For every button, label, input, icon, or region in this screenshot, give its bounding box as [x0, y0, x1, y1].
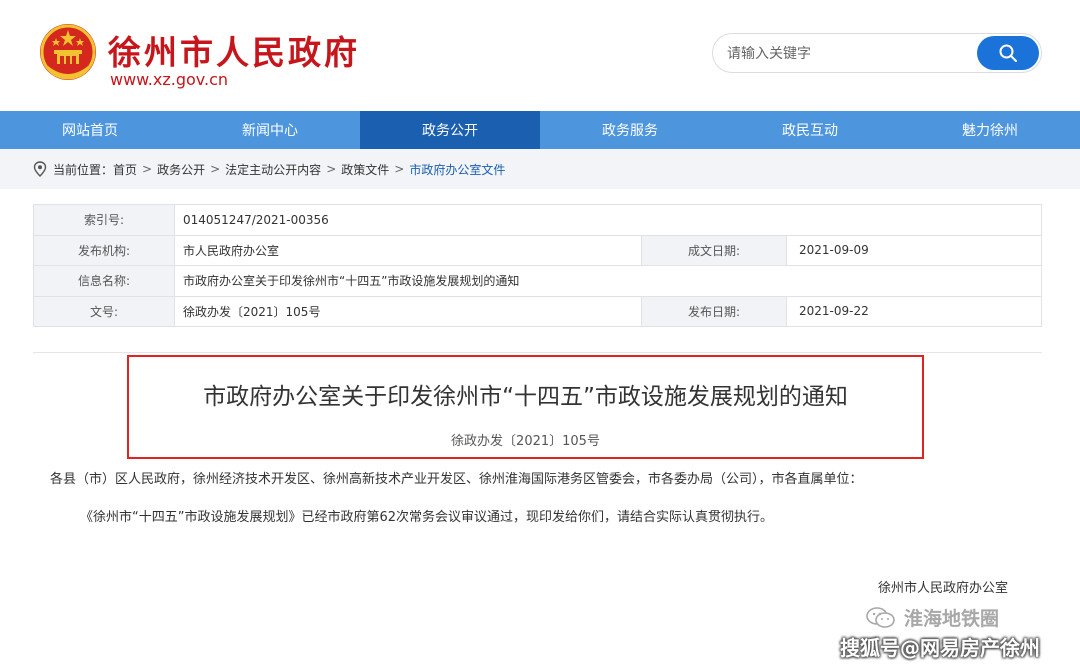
search-box — [712, 33, 1042, 73]
publish-date-label: 发布日期: — [641, 295, 787, 327]
breadcrumb-separator: > — [210, 162, 221, 176]
nav-item-news[interactable]: 新闻中心 — [180, 111, 360, 149]
table-row: 发布机构: 市人民政府办公室 成文日期: 2021-09-09 — [33, 234, 1042, 266]
breadcrumb-gov-affairs[interactable]: 政务公开 — [157, 161, 205, 178]
written-date-value: 2021-09-09 — [786, 234, 1042, 266]
document-addressee: 各县（市）区人民政府，徐州经济技术开发区、徐州高新技术产业开发区、徐州淮海国际港… — [50, 472, 863, 487]
wechat-account-name: 淮海地铁圈 — [904, 608, 1000, 630]
publishing-org-value: 市人民政府办公室 — [174, 234, 642, 266]
document-signature: 徐州市人民政府办公室 — [878, 581, 1009, 596]
site-url[interactable]: www.xz.gov.cn — [110, 70, 228, 89]
national-emblem-icon — [40, 24, 96, 80]
document-title: 市政府办公室关于印发徐州市“十四五”市政设施发展规划的通知 — [203, 384, 848, 410]
search-input[interactable] — [727, 42, 967, 66]
nav-item-interaction[interactable]: 政民互动 — [720, 111, 900, 149]
highlight-box: 市政府办公室关于印发徐州市“十四五”市政设施发展规划的通知 徐政办发〔2021〕… — [127, 355, 924, 459]
breadcrumb-current[interactable]: 市政府办公室文件 — [409, 161, 505, 178]
breadcrumb-separator: > — [326, 162, 337, 176]
written-date-label: 成文日期: — [641, 234, 787, 266]
breadcrumb-policy-docs[interactable]: 政策文件 — [341, 161, 389, 178]
location-pin-icon — [33, 161, 47, 177]
info-name-value: 市政府办公室关于印发徐州市“十四五”市政设施发展规划的通知 — [174, 265, 1042, 297]
doc-number-label: 文号: — [33, 295, 175, 327]
divider — [33, 352, 1042, 353]
table-row: 文号: 徐政办发〔2021〕105号 发布日期: 2021-09-22 — [33, 295, 1042, 327]
nav-item-gov-affairs[interactable]: 政务公开 — [360, 111, 540, 149]
breadcrumb-separator: > — [394, 162, 405, 176]
nav-item-home[interactable]: 网站首页 — [0, 111, 180, 149]
site-header: 徐州市人民政府 www.xz.gov.cn — [0, 0, 1080, 110]
info-name-label: 信息名称: — [33, 265, 175, 297]
table-row: 索引号: 014051247/2021-00356 — [33, 204, 1042, 236]
nav-item-services[interactable]: 政务服务 — [540, 111, 720, 149]
index-number-value: 014051247/2021-00356 — [174, 204, 1042, 236]
breadcrumb-separator: > — [142, 162, 153, 176]
search-icon — [999, 44, 1017, 62]
nav-item-charm-xuzhou[interactable]: 魅力徐州 — [900, 111, 1080, 149]
doc-number-value: 徐政办发〔2021〕105号 — [174, 295, 642, 327]
wechat-watermark: 淮海地铁圈 — [866, 604, 999, 631]
table-row: 信息名称: 市政府办公室关于印发徐州市“十四五”市政设施发展规划的通知 — [33, 265, 1042, 297]
main-nav: 网站首页 新闻中心 政务公开 政务服务 政民互动 魅力徐州 — [0, 111, 1080, 149]
breadcrumb-statutory-disclosure[interactable]: 法定主动公开内容 — [225, 161, 321, 178]
publishing-org-label: 发布机构: — [33, 234, 175, 266]
breadcrumb-home[interactable]: 首页 — [113, 161, 137, 178]
publish-date-value: 2021-09-22 — [786, 295, 1042, 327]
document-number: 徐政办发〔2021〕105号 — [451, 434, 600, 449]
document-paragraph: 《徐州市“十四五”市政设施发展规划》已经市政府第62次常务会议审议通过，现印发给… — [80, 510, 774, 525]
sohu-watermark: 搜狐号@网易房产徐州 — [840, 636, 1040, 660]
search-button[interactable] — [977, 36, 1039, 70]
document-info-table: 索引号: 014051247/2021-00356 发布机构: 市人民政府办公室… — [33, 204, 1042, 327]
breadcrumb: 当前位置： 首页 > 政务公开 > 法定主动公开内容 > 政策文件 > 市政府办… — [0, 149, 1080, 189]
site-title[interactable]: 徐州市人民政府 — [108, 26, 360, 74]
index-number-label: 索引号: — [33, 204, 175, 236]
breadcrumb-prefix: 当前位置： — [53, 162, 114, 177]
wechat-icon — [866, 606, 895, 628]
